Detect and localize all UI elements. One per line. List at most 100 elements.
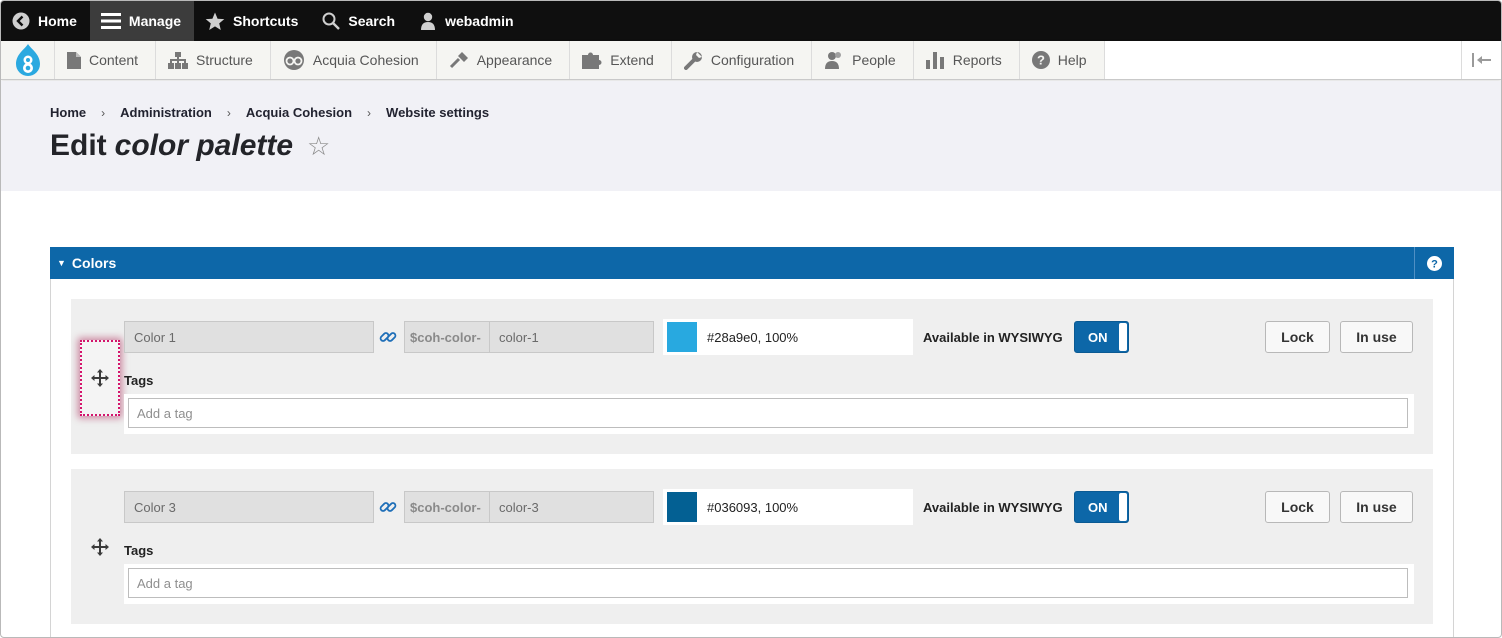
breadcrumb-home[interactable]: Home	[50, 105, 86, 120]
tags-label: Tags	[124, 543, 154, 558]
tray-spacer	[1104, 41, 1461, 79]
color-swatch	[667, 492, 697, 522]
link-icon[interactable]	[379, 498, 397, 521]
tray-item-acquia-cohesion[interactable]: Acquia Cohesion	[271, 41, 437, 79]
toolbar-search-label: Search	[348, 13, 396, 29]
tags-input[interactable]	[128, 398, 1408, 428]
tray-item-label: Help	[1057, 52, 1087, 68]
color-picker-field[interactable]: #036093, 100%	[663, 489, 913, 525]
toggle-knob	[1119, 323, 1127, 351]
tray-item-label: Reports	[952, 52, 1002, 68]
colors-panel-header[interactable]: ▼ Colors ?	[50, 247, 1454, 279]
lock-button[interactable]: Lock	[1265, 321, 1330, 353]
toolbar-search[interactable]: Search	[311, 1, 408, 41]
variable-name-field[interactable]: color-3	[490, 491, 654, 523]
variable-prefix: $coh-color-	[404, 321, 490, 353]
color-picker-field[interactable]: #28a9e0, 100%	[663, 319, 913, 355]
star-icon	[205, 12, 225, 30]
colors-panel-title: Colors	[71, 255, 117, 271]
toggle-on-text: ON	[1088, 499, 1108, 515]
toggle-knob	[1119, 493, 1127, 521]
color-value-text: #28a9e0, 100%	[707, 329, 799, 345]
browser-frame: Home Manage Shortcuts Search webadmin Co…	[0, 0, 1502, 638]
color-name-field[interactable]: Color 3	[124, 491, 374, 523]
bar-chart-icon	[925, 51, 944, 69]
breadcrumb: Home › Administration › Acquia Cohesion …	[50, 105, 489, 120]
wysiwyg-label: Available in WYSIWYG	[923, 500, 1063, 515]
help-circle-icon: ?	[1427, 255, 1442, 271]
move-arrows-icon	[91, 369, 109, 387]
drag-handle[interactable]	[80, 509, 120, 585]
toolbar-user-label: webadmin	[445, 13, 514, 29]
color-row: Color 3 $coh-color- color-3 #036093, 100…	[71, 469, 1433, 624]
wysiwyg-toggle[interactable]: ON	[1074, 491, 1129, 523]
tray-item-label: Configuration	[710, 52, 795, 68]
tray-item-help[interactable]: ? Help	[1020, 41, 1105, 79]
breadcrumb-website-settings[interactable]: Website settings	[386, 105, 489, 120]
tray-item-content[interactable]: Content	[55, 41, 157, 79]
back-circle-icon	[12, 12, 30, 30]
svg-text:?: ?	[1037, 53, 1045, 68]
in-use-button[interactable]: In use	[1340, 491, 1413, 523]
tray-item-label: Appearance	[476, 52, 553, 68]
tray-item-extend[interactable]: Extend	[570, 41, 672, 79]
puzzle-icon	[582, 52, 602, 69]
search-icon	[322, 12, 341, 30]
page-title-emphasis: color palette	[114, 129, 294, 162]
variable-prefix: $coh-color-	[404, 491, 490, 523]
cohesion-icon	[283, 50, 304, 70]
wrench-icon	[683, 51, 702, 70]
move-arrows-icon	[91, 538, 109, 556]
breadcrumb-separator: ›	[101, 105, 106, 120]
people-icon	[825, 52, 842, 69]
tags-field-wrapper	[124, 564, 1414, 604]
color-row: Color 1 $coh-color- color-1 #28a9e0, 100…	[71, 299, 1433, 454]
tray-item-label: Extend	[610, 52, 654, 68]
tray-item-label: People	[852, 52, 896, 68]
toolbar-manage[interactable]: Manage	[89, 1, 195, 41]
caret-down-icon: ▼	[57, 258, 66, 268]
breadcrumb-separator: ›	[367, 105, 372, 120]
color-name-field[interactable]: Color 1	[124, 321, 374, 353]
collapse-arrow-icon	[1471, 53, 1491, 67]
tray-item-label: Structure	[196, 52, 253, 68]
favorite-star-icon[interactable]: ☆	[307, 131, 330, 162]
document-icon	[67, 51, 81, 69]
toolbar-home[interactable]: Home	[1, 1, 90, 41]
breadcrumb-acquia-cohesion[interactable]: Acquia Cohesion	[246, 105, 352, 120]
tray-item-configuration[interactable]: Configuration	[672, 41, 813, 79]
lock-button[interactable]: Lock	[1265, 491, 1330, 523]
toolbar-manage-label: Manage	[128, 13, 182, 29]
tray-item-label: Acquia Cohesion	[312, 52, 419, 68]
tray-item-people[interactable]: People	[812, 41, 914, 79]
tray-item-reports[interactable]: Reports	[914, 41, 1020, 79]
help-circle-icon: ?	[1031, 51, 1050, 69]
breadcrumb-administration[interactable]: Administration	[120, 105, 212, 120]
panel-help-button[interactable]: ?	[1414, 247, 1454, 279]
variable-name-field[interactable]: color-1	[490, 321, 654, 353]
admin-tray: Content Structure Acquia Cohesion Appear…	[1, 41, 1501, 80]
paintbrush-icon	[449, 52, 468, 69]
toggle-on-text: ON	[1088, 329, 1108, 345]
breadcrumb-separator: ›	[226, 105, 231, 120]
tags-input[interactable]	[128, 568, 1408, 598]
user-icon	[421, 12, 436, 30]
drupal-logo[interactable]	[1, 41, 55, 79]
tray-item-structure[interactable]: Structure	[156, 41, 271, 79]
wysiwyg-toggle[interactable]: ON	[1074, 321, 1129, 353]
toolbar-shortcuts[interactable]: Shortcuts	[194, 1, 311, 41]
toolbar-user[interactable]: webadmin	[408, 1, 526, 41]
toolbar-home-label: Home	[38, 13, 77, 29]
drag-handle[interactable]	[80, 340, 120, 416]
sitemap-icon	[168, 51, 189, 69]
hamburger-icon	[100, 13, 121, 29]
drupal-drop-icon	[15, 44, 40, 76]
in-use-button[interactable]: In use	[1340, 321, 1413, 353]
tray-orientation-toggle[interactable]	[1461, 41, 1501, 79]
tags-label: Tags	[124, 373, 154, 388]
toolbar-shortcuts-label: Shortcuts	[233, 13, 299, 29]
link-icon[interactable]	[379, 328, 397, 351]
tags-field-wrapper	[124, 394, 1414, 434]
tray-item-appearance[interactable]: Appearance	[437, 41, 571, 79]
tray-item-label: Content	[89, 52, 139, 68]
